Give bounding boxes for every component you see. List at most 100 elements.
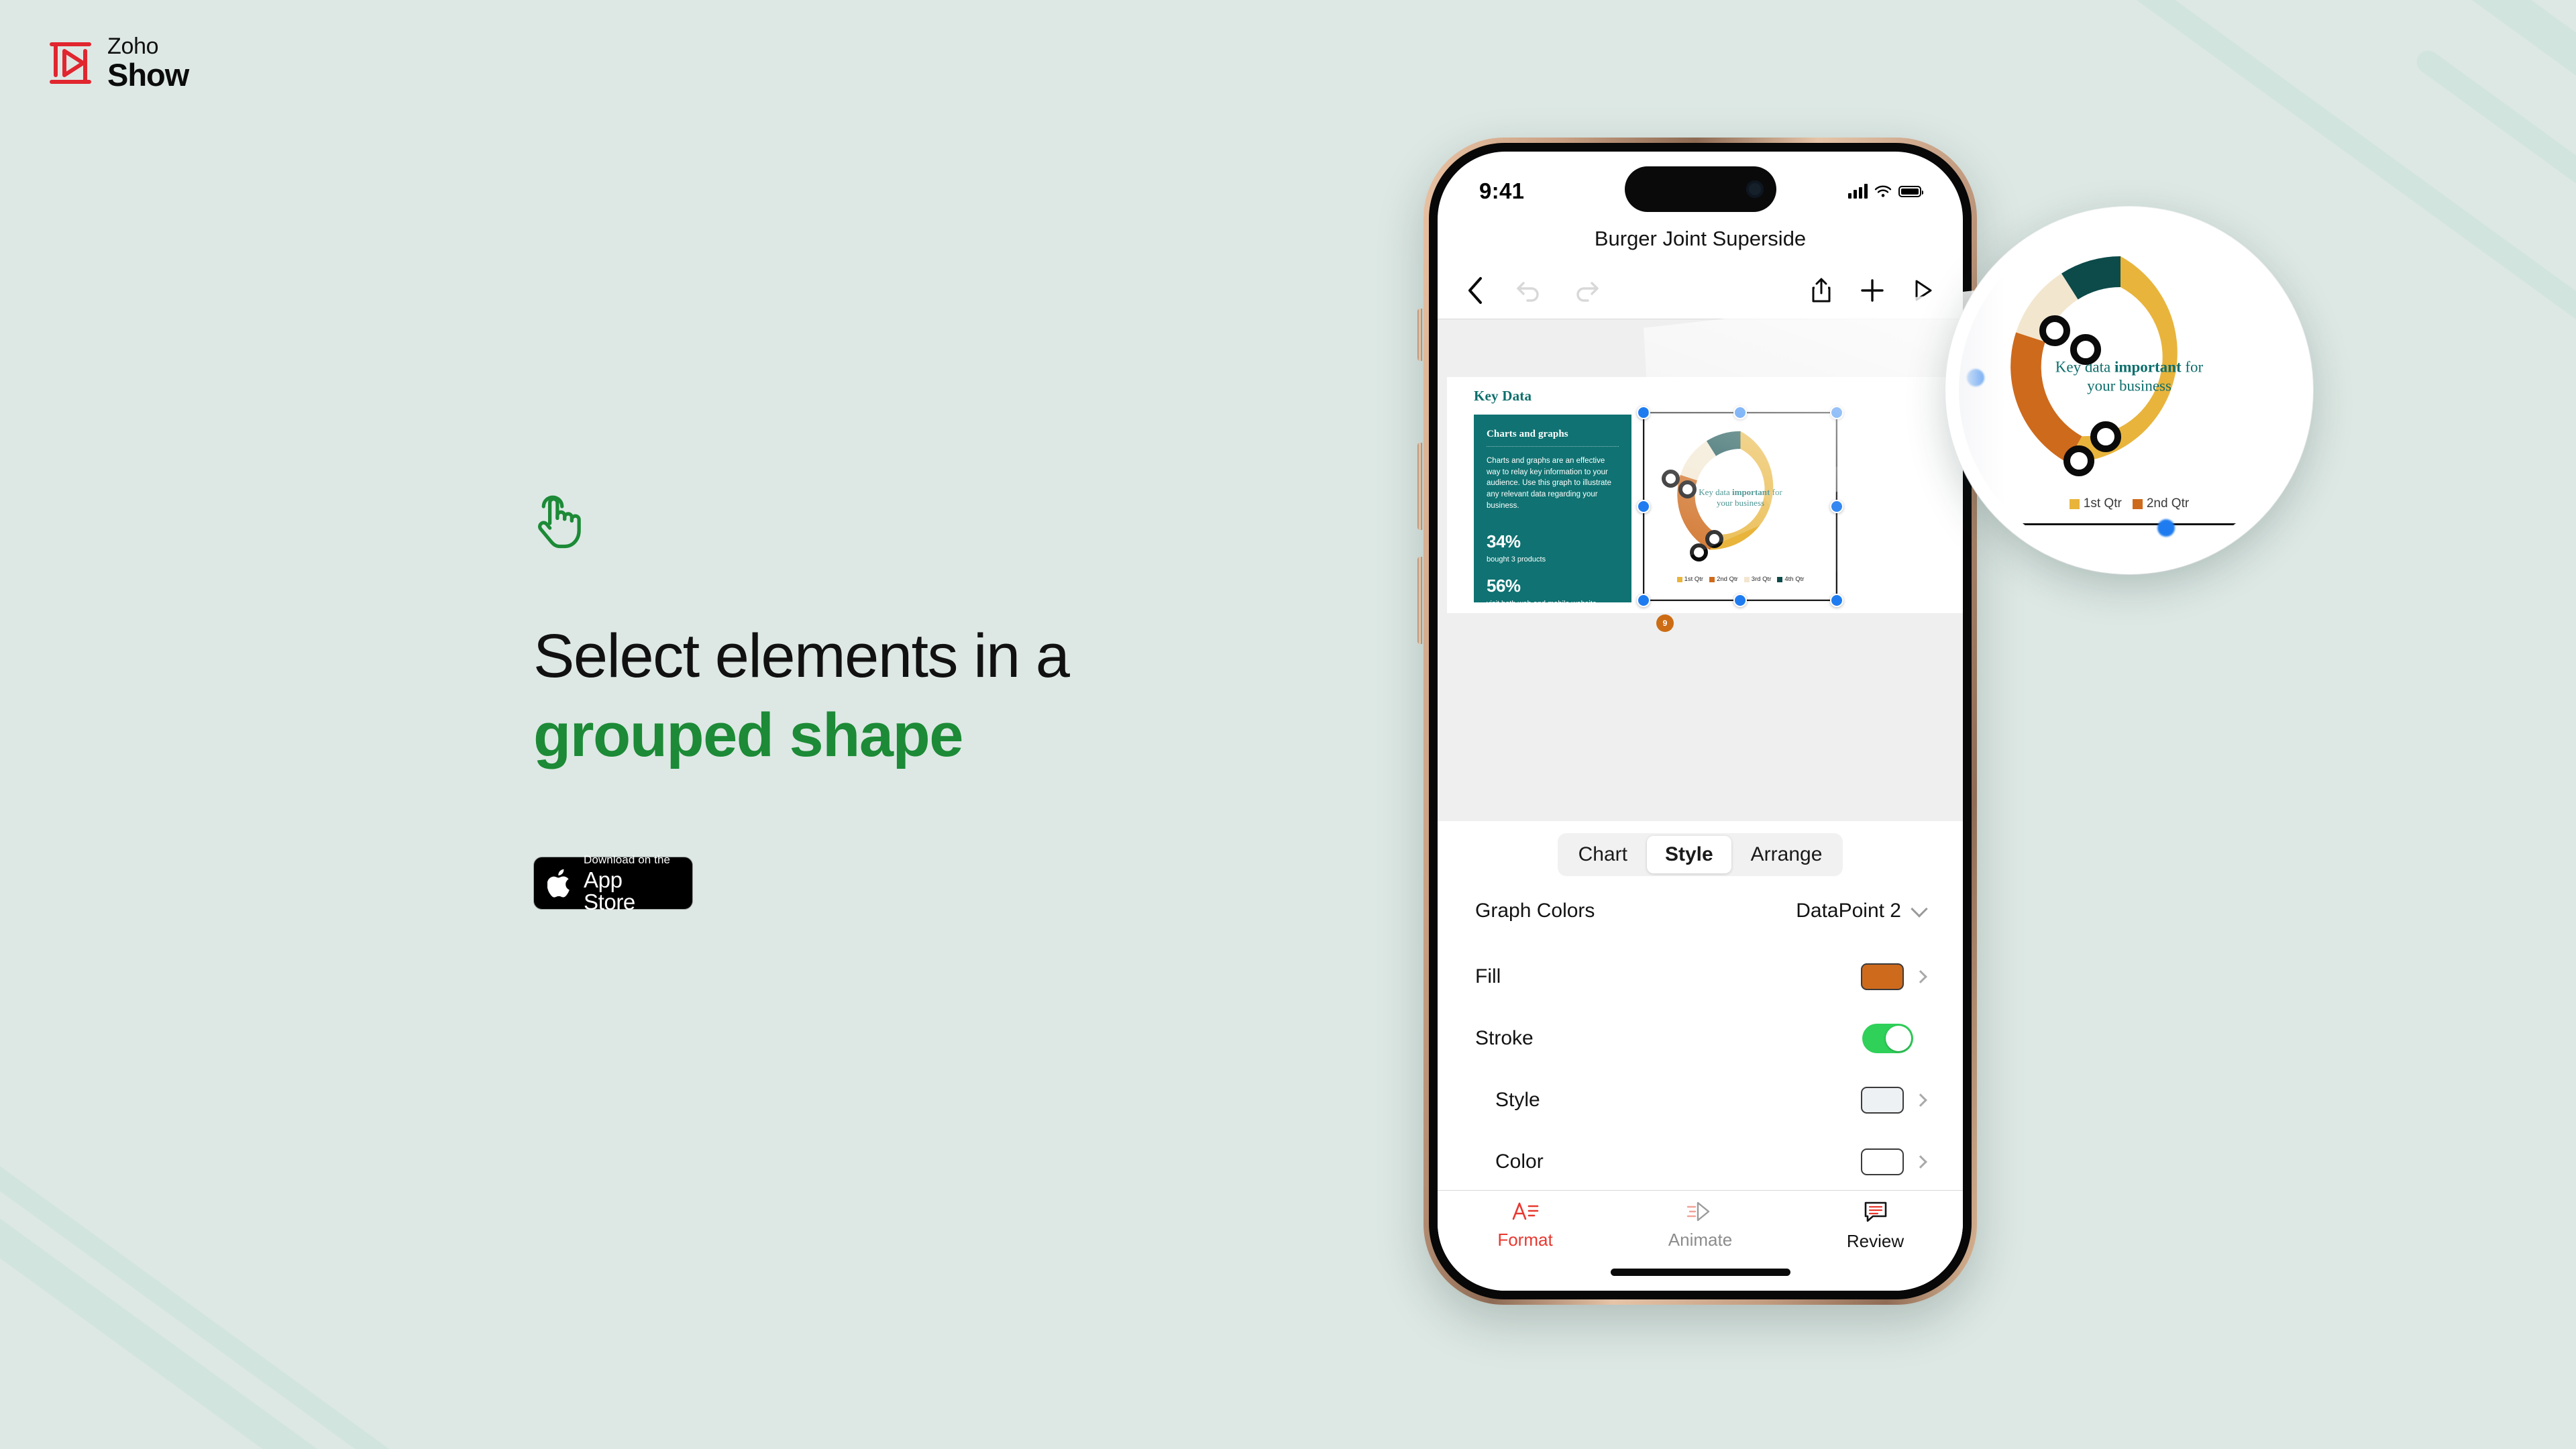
phone-volume-up-button[interactable] [1417, 443, 1422, 530]
magnified-resize-handle-bottom[interactable] [2157, 519, 2175, 537]
magnifier-lens: Key data important for your business 1st… [1945, 207, 2313, 574]
legend-swatch [2132, 498, 2143, 509]
tab-format[interactable]: Format [1438, 1200, 1613, 1250]
status-bar: 9:41 [1438, 152, 1963, 227]
resize-handle-top-left[interactable] [1637, 406, 1650, 419]
app-store-large-label: App Store [584, 867, 635, 914]
magnified-selection-edge [1996, 523, 2262, 525]
stroke-color-label: Color [1495, 1150, 1544, 1173]
chevron-right-icon[interactable] [1914, 970, 1927, 983]
comment-bubble-icon [1864, 1201, 1886, 1222]
slide-canvas[interactable]: Key Data Charts and graphs Charts and gr… [1438, 319, 1963, 821]
legend-swatch [2069, 498, 2080, 509]
slide-text-card[interactable]: Charts and graphs Charts and graphs are … [1474, 415, 1631, 608]
resize-handle-top-right[interactable] [1830, 406, 1843, 419]
play-triangle-icon [1915, 280, 1932, 301]
stroke-row[interactable]: Stroke [1438, 1008, 1963, 1069]
fill-color-swatch[interactable] [1861, 963, 1904, 990]
stroke-label: Stroke [1475, 1027, 1534, 1049]
selection-frame[interactable] [1637, 406, 1843, 607]
home-indicator[interactable] [1610, 1269, 1790, 1276]
decor-stripe [0, 1046, 432, 1449]
graph-colors-value: DataPoint 2 [1796, 900, 1901, 922]
card-stat-2-label: visit both web and mobile website [1487, 600, 1597, 608]
chevron-left-icon [1468, 276, 1482, 304]
magnified-chart-legend: 1st Qtr 2nd Qtr [1959, 496, 2300, 511]
tab-arrange[interactable]: Arrange [1733, 836, 1841, 873]
dynamic-island [1624, 166, 1776, 212]
mag-center-bold: important [2114, 358, 2182, 376]
stroke-toggle[interactable] [1862, 1024, 1913, 1053]
resize-handle-top-center[interactable] [1733, 406, 1747, 419]
card-divider [1487, 446, 1619, 447]
tab-review[interactable]: Review [1788, 1200, 1963, 1252]
app-store-small-label: Download on the [584, 853, 671, 866]
phone-volume-down-button[interactable] [1417, 557, 1422, 644]
cellular-bars-icon [1848, 184, 1868, 199]
magnified-select-marker[interactable] [2039, 315, 2070, 346]
present-button[interactable] [1913, 278, 1933, 303]
chevron-right-icon[interactable] [1914, 1093, 1927, 1107]
slide-surface[interactable]: Key Data Charts and graphs Charts and gr… [1447, 377, 1963, 632]
bottom-tab-bar: Format Animate Review [1438, 1190, 1963, 1291]
phone-silent-switch[interactable] [1417, 309, 1422, 361]
tab-animate-label: Animate [1668, 1230, 1733, 1250]
legend-item: 1st Qtr [2069, 496, 2122, 511]
decor-stripe [2412, 46, 2576, 420]
slide-number-badge: 9 [1656, 614, 1674, 632]
editor-toolbar [1438, 262, 1963, 319]
graph-colors-row[interactable]: Graph Colors DataPoint 2 [1438, 876, 1963, 946]
tab-review-label: Review [1846, 1231, 1904, 1251]
animate-arrow-icon [1686, 1201, 1709, 1222]
chevron-down-icon[interactable] [1911, 900, 1928, 918]
tab-animate[interactable]: Animate [1613, 1200, 1788, 1250]
headline-line-1: Select elements in a [533, 622, 1070, 690]
resize-handle-bottom-center[interactable] [1733, 594, 1747, 607]
zoho-show-logo[interactable]: Zoho Show [48, 35, 189, 91]
magnified-select-marker[interactable] [2090, 421, 2121, 452]
magnified-select-marker[interactable] [2063, 445, 2094, 476]
stroke-color-row[interactable]: Color [1438, 1131, 1963, 1193]
card-stat-1-value: 34% [1487, 531, 1521, 552]
magnifier-content: Key data important for your business 1st… [1959, 220, 2300, 561]
decor-stripe [0, 1078, 541, 1449]
format-text-icon [1512, 1202, 1538, 1220]
tab-format-label: Format [1497, 1230, 1553, 1250]
front-camera-icon [1746, 180, 1764, 198]
plus-icon [1861, 278, 1884, 302]
zoho-show-play-logo-icon [50, 42, 91, 84]
magnified-donut-center-label: Key data important for your business [2042, 358, 2216, 396]
slide-title: Key Data [1474, 388, 1532, 404]
mag-center-post: for [2181, 358, 2204, 376]
add-button[interactable] [1860, 278, 1885, 303]
stroke-style-swatch[interactable] [1861, 1087, 1904, 1114]
selection-guide [1644, 413, 1836, 600]
legend-item: 2nd Qtr [2132, 496, 2189, 511]
tab-chart[interactable]: Chart [1560, 836, 1646, 873]
undo-arrow-icon [1517, 281, 1539, 302]
stroke-style-label: Style [1495, 1089, 1540, 1111]
back-button[interactable] [1467, 276, 1485, 305]
format-inspector-panel: Chart Style Arrange Graph Colors DataPoi… [1438, 821, 1963, 1291]
magnified-select-marker[interactable] [2070, 334, 2101, 365]
share-button[interactable] [1811, 277, 1831, 304]
fill-row[interactable]: Fill [1438, 946, 1963, 1008]
resize-handle-bottom-left[interactable] [1637, 594, 1650, 607]
headline-line-2: grouped shape [533, 700, 963, 769]
status-time: 9:41 [1479, 178, 1525, 203]
hero-headline: Select elements in a grouped shape [533, 617, 1070, 775]
fill-label: Fill [1475, 965, 1501, 987]
resize-handle-middle-right[interactable] [1830, 500, 1843, 513]
stroke-color-swatch[interactable] [1861, 1148, 1904, 1175]
tab-style[interactable]: Style [1646, 836, 1731, 873]
chevron-right-icon[interactable] [1914, 1155, 1927, 1169]
logo-show-text: Show [107, 57, 189, 93]
card-body: Charts and graphs are an effective way t… [1487, 457, 1612, 510]
redo-button[interactable] [1573, 279, 1600, 302]
undo-button[interactable] [1515, 279, 1542, 302]
magnifier-edge-blur [1959, 220, 2006, 561]
resize-handle-middle-left[interactable] [1637, 500, 1650, 513]
stroke-style-row[interactable]: Style [1438, 1069, 1963, 1131]
resize-handle-bottom-right[interactable] [1830, 594, 1843, 607]
app-store-download-button[interactable]: Download on the App Store [533, 853, 693, 914]
